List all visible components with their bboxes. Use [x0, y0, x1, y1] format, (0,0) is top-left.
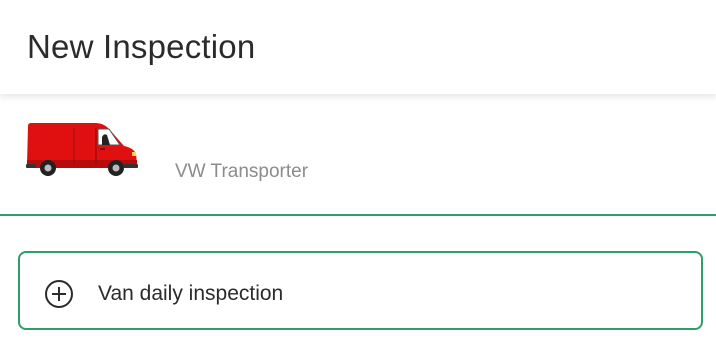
new-inspection-screen: New Inspection VW Transporter Van daily …	[0, 0, 716, 364]
red-van-icon	[26, 123, 138, 176]
vehicle-row[interactable]: VW Transporter	[0, 94, 716, 216]
plus-circle-icon	[45, 280, 73, 308]
page-title: New Inspection	[27, 28, 256, 65]
van-daily-inspection-button[interactable]: Van daily inspection	[18, 251, 703, 330]
vehicle-name: VW Transporter	[175, 161, 309, 182]
app-bar: New Inspection	[0, 0, 716, 94]
inspection-label: Van daily inspection	[98, 282, 284, 305]
